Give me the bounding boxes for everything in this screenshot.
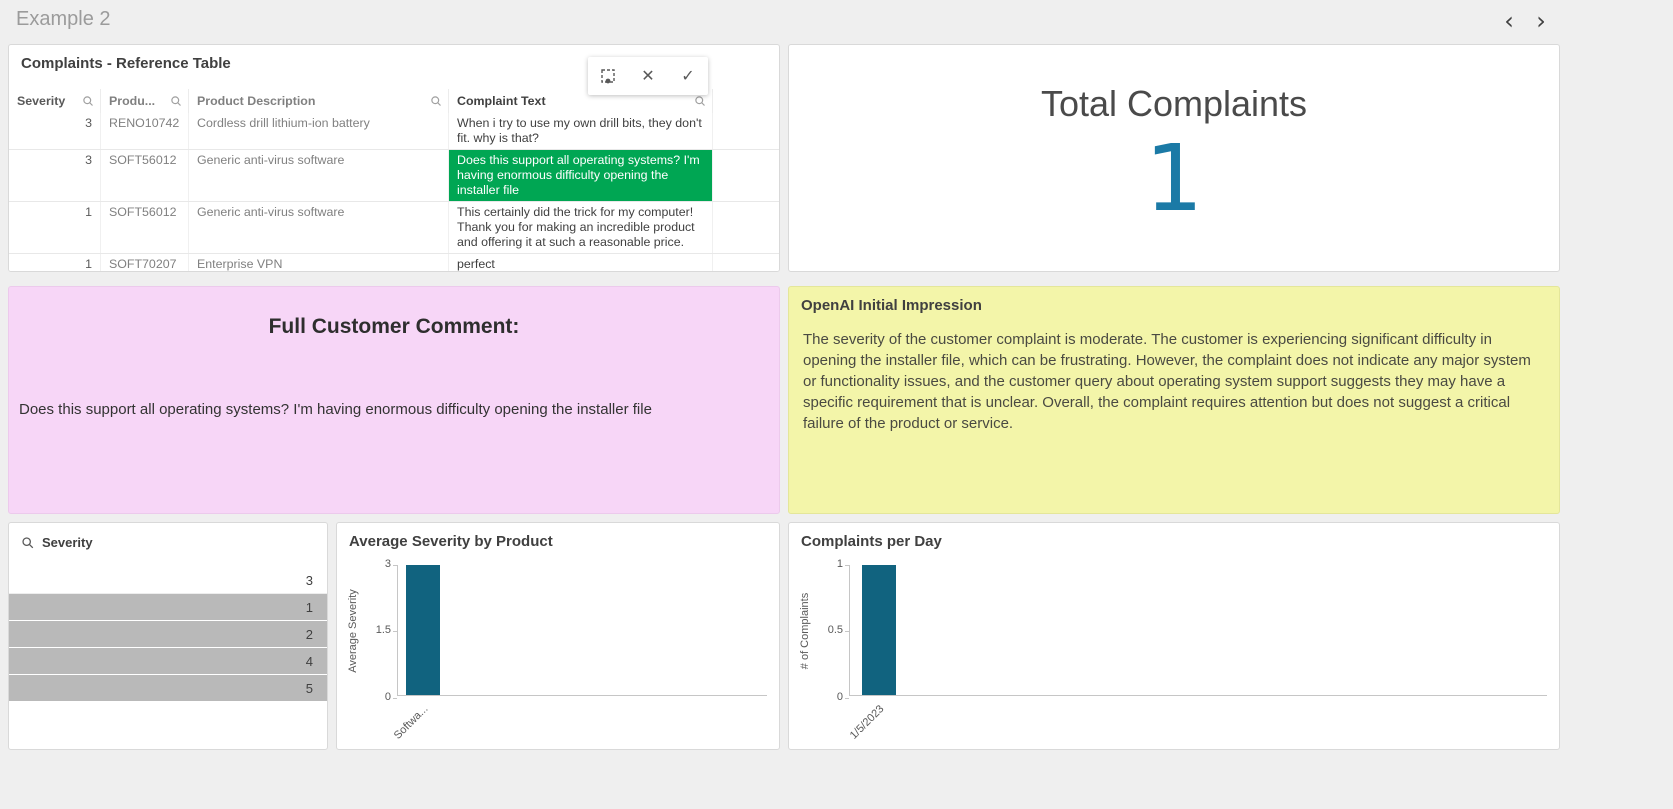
column-header-product[interactable]: Produ... — [101, 89, 189, 113]
cell-severity[interactable]: 1 — [9, 254, 101, 271]
chart-title: Average Severity by Product — [349, 533, 553, 550]
y-tick-mark — [393, 698, 397, 699]
cell-severity[interactable]: 1 — [9, 202, 101, 253]
filter-header[interactable]: Severity — [21, 535, 93, 550]
cell-product[interactable]: RENO10742 — [101, 113, 189, 149]
filter-title: Severity — [42, 535, 93, 550]
filter-item[interactable]: 4 — [9, 648, 327, 675]
table-row: 3 RENO10742 Cordless drill lithium-ion b… — [9, 113, 779, 150]
cell-filler — [713, 113, 779, 149]
comment-text: Does this support all operating systems?… — [19, 401, 652, 418]
close-icon: ✕ — [641, 68, 655, 85]
search-icon[interactable] — [21, 536, 34, 549]
cell-product-description[interactable]: Cordless drill lithium-ion battery — [189, 113, 449, 149]
y-tick-label: 3 — [384, 558, 391, 570]
y-tick-label: 0 — [384, 691, 391, 703]
cell-filler — [713, 150, 779, 201]
search-icon[interactable] — [694, 95, 706, 107]
cell-complaint-text[interactable]: This certainly did the trick for my comp… — [449, 202, 713, 253]
chart-title: Complaints per Day — [801, 533, 942, 550]
filter-value: 5 — [305, 681, 313, 696]
column-label: Complaint Text — [457, 94, 546, 108]
cell-product-description[interactable]: Generic anti-virus software — [189, 150, 449, 201]
x-axis-category-label: 1/5/2023 — [847, 703, 887, 742]
dashboard-sheet: Example 2 ‹ › Complaints - Reference Tab… — [0, 0, 1673, 809]
total-complaints-kpi-panel: Total Complaints 1 — [788, 44, 1560, 272]
openai-initial-impression-panel: OpenAI Initial Impression The severity o… — [788, 286, 1560, 514]
kpi-value: 1 — [1144, 125, 1204, 232]
selection-toolbar: ✕ ✓ — [588, 57, 708, 95]
table-body: 3 RENO10742 Cordless drill lithium-ion b… — [9, 113, 779, 271]
table-row: 1 SOFT70207 Enterprise VPN perfect — [9, 254, 779, 271]
next-sheet-button[interactable]: › — [1526, 6, 1556, 36]
table-title: Complaints - Reference Table — [21, 55, 231, 72]
column-header-filler — [713, 89, 779, 113]
cell-severity[interactable]: 3 — [9, 113, 101, 149]
column-label: Severity — [17, 94, 66, 108]
kpi-title: Total Complaints — [1040, 83, 1308, 124]
y-tick-label: 1 — [836, 558, 843, 570]
lasso-selection-button[interactable] — [588, 57, 628, 95]
cell-product-description[interactable]: Generic anti-virus software — [189, 202, 449, 253]
x-axis-category-label: Softwa... — [391, 703, 431, 742]
filter-item[interactable]: 1 — [9, 594, 327, 621]
filter-item[interactable]: 3 — [9, 567, 327, 594]
cell-filler — [713, 254, 779, 271]
previous-sheet-button[interactable]: ‹ — [1494, 6, 1524, 36]
y-tick-label: 0.5 — [827, 624, 843, 636]
y-tick-label: 1.5 — [375, 624, 391, 636]
ai-panel-text: The severity of the customer complaint i… — [803, 331, 1531, 432]
bar-date[interactable] — [862, 565, 896, 695]
cancel-selection-button[interactable]: ✕ — [628, 57, 668, 95]
complaints-per-day-chart: Complaints per Day # of Complaints 1 0.5… — [788, 522, 1560, 750]
lasso-selection-icon — [601, 69, 615, 84]
cell-complaint-text-selected[interactable]: Does this support all operating systems?… — [449, 150, 713, 201]
filter-list: 3 1 2 4 5 — [9, 567, 327, 702]
column-header-product-description[interactable]: Product Description — [189, 89, 449, 113]
cell-complaint-text[interactable]: perfect — [449, 254, 713, 271]
filter-value: 4 — [305, 654, 313, 669]
confirm-selection-button[interactable]: ✓ — [668, 57, 708, 95]
search-icon[interactable] — [82, 95, 94, 107]
column-label: Produ... — [109, 94, 156, 108]
full-customer-comment-panel: Full Customer Comment: Does this support… — [8, 286, 780, 514]
avg-severity-by-product-chart: Average Severity by Product Average Seve… — [336, 522, 780, 750]
chevron-right-icon: › — [1536, 7, 1546, 35]
checkmark-icon: ✓ — [681, 68, 695, 85]
comment-title: Full Customer Comment: — [268, 315, 520, 338]
filter-value: 3 — [305, 573, 313, 588]
plot-area — [849, 565, 1547, 696]
plot-area — [397, 565, 767, 696]
cell-filler — [713, 202, 779, 253]
filter-value: 2 — [305, 627, 313, 642]
y-tick-mark — [845, 698, 849, 699]
cell-product[interactable]: SOFT70207 — [101, 254, 189, 271]
cell-product-description[interactable]: Enterprise VPN — [189, 254, 449, 271]
sheet-title: Example 2 — [16, 8, 111, 30]
filter-item[interactable]: 2 — [9, 621, 327, 648]
filter-value: 1 — [305, 600, 313, 615]
table-row: 1 SOFT56012 Generic anti-virus software … — [9, 202, 779, 254]
cell-complaint-text[interactable]: When i try to use my own drill bits, the… — [449, 113, 713, 149]
column-label: Product Description — [197, 94, 316, 108]
y-tick-label: 0 — [836, 691, 843, 703]
filter-item[interactable]: 5 — [9, 675, 327, 702]
search-icon[interactable] — [430, 95, 442, 107]
search-icon[interactable] — [170, 95, 182, 107]
ai-panel-title: OpenAI Initial Impression — [801, 297, 982, 314]
cell-product[interactable]: SOFT56012 — [101, 150, 189, 201]
table-row: 3 SOFT56012 Generic anti-virus software … — [9, 150, 779, 202]
severity-filter-pane: Severity 3 1 2 4 5 — [8, 522, 328, 750]
bar-software[interactable] — [406, 565, 440, 695]
column-header-severity[interactable]: Severity — [9, 89, 101, 113]
cell-product[interactable]: SOFT56012 — [101, 202, 189, 253]
cell-severity[interactable]: 3 — [9, 150, 101, 201]
chevron-left-icon: ‹ — [1504, 7, 1514, 35]
